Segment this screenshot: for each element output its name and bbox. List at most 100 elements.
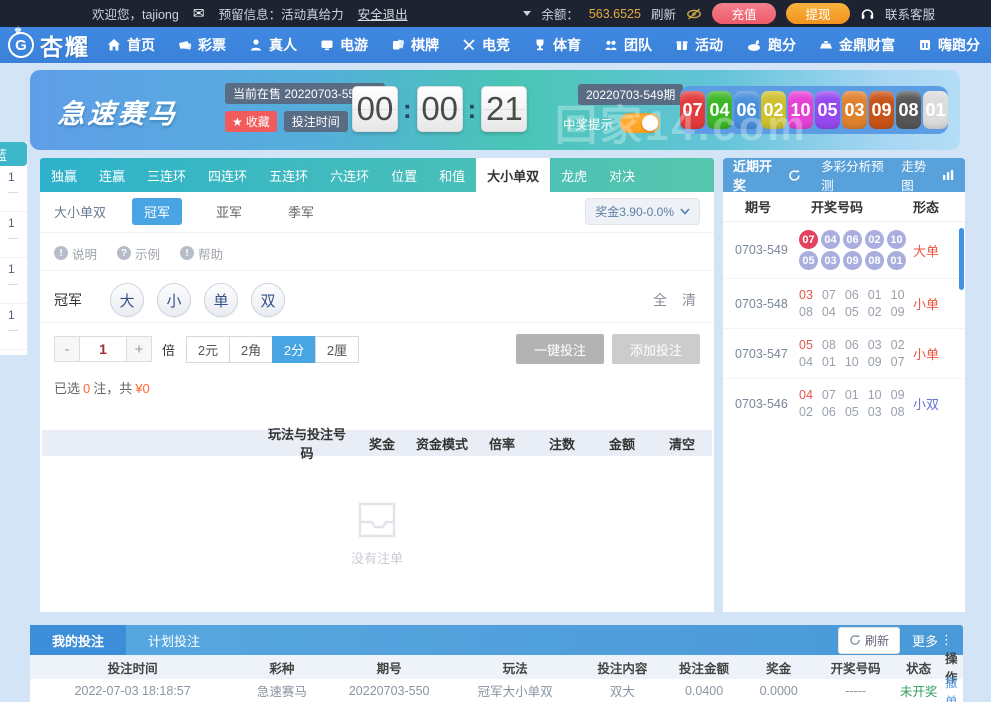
example-link[interactable]: ? 示例 <box>117 244 160 263</box>
unit-jiao[interactable]: 2角 <box>229 335 274 363</box>
select-all-link[interactable]: 全 <box>653 290 667 310</box>
nav-item-wealth[interactable]: 金鼎财富 <box>807 35 906 55</box>
toggle-knob <box>642 115 659 131</box>
result-numbers: 07 04 06 02 10 05 03 09 08 01 <box>799 228 913 272</box>
tab-plan-bets[interactable]: 计划投注 <box>126 625 222 655</box>
eye-slash-icon[interactable] <box>686 7 702 21</box>
refresh-icon[interactable] <box>788 169 801 182</box>
nav-item-sports[interactable]: 体育 <box>521 35 592 55</box>
option-even[interactable]: 双 <box>251 283 285 317</box>
col-clear[interactable]: 清空 <box>652 434 712 453</box>
quick-bet-button[interactable]: 一键投注 <box>516 334 604 364</box>
odds-dropdown[interactable]: 奖金3.90-0.0% <box>585 197 700 225</box>
option-small[interactable]: 小 <box>157 283 191 317</box>
nav-item-live[interactable]: 真人 <box>237 35 308 55</box>
tab-silianhuan[interactable]: 四连环 <box>197 158 258 192</box>
list-item[interactable]: 1— <box>0 212 27 258</box>
refresh-balance-link[interactable]: 刷新 <box>651 4 676 23</box>
cancel-bet-link[interactable]: 撤单 <box>940 672 963 702</box>
brand-logo[interactable]: ♚ G 杏耀 <box>8 25 95 62</box>
nav-item-cards[interactable]: 棋牌 <box>379 35 450 55</box>
result-ball: 09 <box>869 91 894 129</box>
add-bet-button[interactable]: 添加投注 <box>612 334 700 364</box>
bet-time: 2022-07-03 18:18:57 <box>74 683 191 698</box>
result-row: 0703-549 07 04 06 02 10 05 03 09 08 01 大… <box>723 222 965 279</box>
analysis-link[interactable]: 多彩分析预测 <box>821 156 895 194</box>
tab-lianying[interactable]: 连赢 <box>88 158 136 192</box>
refresh-icon <box>850 634 861 645</box>
more-link[interactable]: 更多 ⋮ <box>912 631 953 650</box>
customer-service-link[interactable]: 联系客服 <box>885 4 935 23</box>
result-ball: 07 <box>799 230 818 249</box>
recent-table-header: 期号 开奖号码 形态 <box>723 192 965 222</box>
position-option-third[interactable]: 季军 <box>276 198 326 225</box>
nav-item-lottery[interactable]: 彩票 <box>166 35 237 55</box>
status-badge: 未开奖 <box>899 685 938 699</box>
withdraw-button[interactable]: 提现 <box>785 3 850 24</box>
position-option-second[interactable]: 亚军 <box>204 198 254 225</box>
tab-liulianhuan[interactable]: 六连环 <box>319 158 380 192</box>
result-ball: 02 <box>761 91 786 129</box>
list-item[interactable]: 1— <box>0 304 27 350</box>
scrollbar-thumb[interactable] <box>959 228 964 290</box>
nav-item-home[interactable]: 首页 <box>95 35 166 55</box>
empty-state: 没有注单 <box>42 456 712 610</box>
betslip-table: 玩法与投注号码 奖金 资金模式 倍率 注数 金额 清空 没有注单 <box>42 427 712 610</box>
bet-play: 冠军大小单双 <box>477 685 553 699</box>
nav-item-paofen[interactable]: 跑分 <box>734 35 807 55</box>
tab-wulianhuan[interactable]: 五连环 <box>258 158 319 192</box>
shape-label: 小单 <box>913 297 940 312</box>
win-tip-toggle[interactable] <box>620 113 661 133</box>
bet-amount: 0.0400 <box>684 683 724 698</box>
tab-duijue[interactable]: 对决 <box>598 158 646 192</box>
recent-title[interactable]: 近期开奖 <box>733 156 801 194</box>
game-header: 急速赛马 当前在售 20220703-550 期 ★收藏 投注时间 00 : 0… <box>30 70 960 150</box>
nav-item-team[interactable]: 团队 <box>592 35 663 55</box>
result-numbers: 05 08 06 03 02 04 01 10 09 07 <box>799 338 905 369</box>
side-tag[interactable]: 蓝 <box>0 142 27 166</box>
tab-longhu[interactable]: 龙虎 <box>550 158 598 192</box>
position-option-champion[interactable]: 冠军 <box>132 197 183 225</box>
tab-sanlianhuan[interactable]: 三连环 <box>136 158 197 192</box>
unit-fen[interactable]: 2分 <box>272 335 317 363</box>
nav-item-esports[interactable]: 电竞 <box>450 35 521 55</box>
logout-link[interactable]: 安全退出 <box>358 4 408 23</box>
nav-item-egames[interactable]: 电游 <box>308 35 379 55</box>
brand-name: 杏耀 <box>40 34 90 60</box>
tab-duying[interactable]: 独赢 <box>40 158 88 192</box>
slots-icon <box>321 40 333 51</box>
recharge-button[interactable]: 充值 <box>711 3 776 24</box>
mail-icon[interactable]: ✉ <box>193 5 205 22</box>
multiplier-minus-button[interactable]: - <box>54 336 80 362</box>
result-ball: 02 <box>865 230 884 249</box>
unit-li[interactable]: 2厘 <box>315 335 360 363</box>
explain-link[interactable]: ! 说明 <box>54 244 97 263</box>
multiplier-input[interactable] <box>80 336 126 362</box>
box-icon <box>920 40 930 50</box>
refresh-bets-button[interactable]: 刷新 <box>837 626 900 654</box>
nav-item-activity[interactable]: 活动 <box>663 35 734 55</box>
list-item[interactable]: 1— <box>0 258 27 304</box>
list-item[interactable]: 1— <box>0 166 27 212</box>
help-link[interactable]: ! 帮助 <box>180 244 223 263</box>
trend-link[interactable]: 走势图 <box>901 156 955 194</box>
col-amount: 金额 <box>608 436 635 452</box>
bet-issue: 20220703-550 <box>348 683 430 698</box>
favorite-button[interactable]: ★ 收藏 <box>225 111 277 132</box>
option-odd[interactable]: 单 <box>204 283 238 317</box>
clear-link[interactable]: 清 <box>682 290 696 310</box>
tab-my-bets[interactable]: 我的投注 <box>30 625 127 655</box>
tab-hezhi[interactable]: 和值 <box>428 158 476 192</box>
tab-weizhi[interactable]: 位置 <box>380 158 428 192</box>
nav-item-haipaofen[interactable]: 嗨跑分 <box>906 35 991 55</box>
result-ball: 01 <box>923 91 948 129</box>
tab-daxiaodanshuang[interactable]: 大小单双 <box>476 158 551 192</box>
multiplier-plus-button[interactable]: + <box>126 336 152 362</box>
issue-number: 0703-549 <box>735 243 788 257</box>
col-prize: 奖金 <box>368 436 395 452</box>
rabbit-icon <box>748 40 760 51</box>
balance-caret-icon[interactable] <box>523 11 532 16</box>
unit-yuan[interactable]: 2元 <box>186 335 231 363</box>
reserved-notice: 预留信息：活动真给力 <box>218 8 344 22</box>
option-big[interactable]: 大 <box>110 283 144 317</box>
